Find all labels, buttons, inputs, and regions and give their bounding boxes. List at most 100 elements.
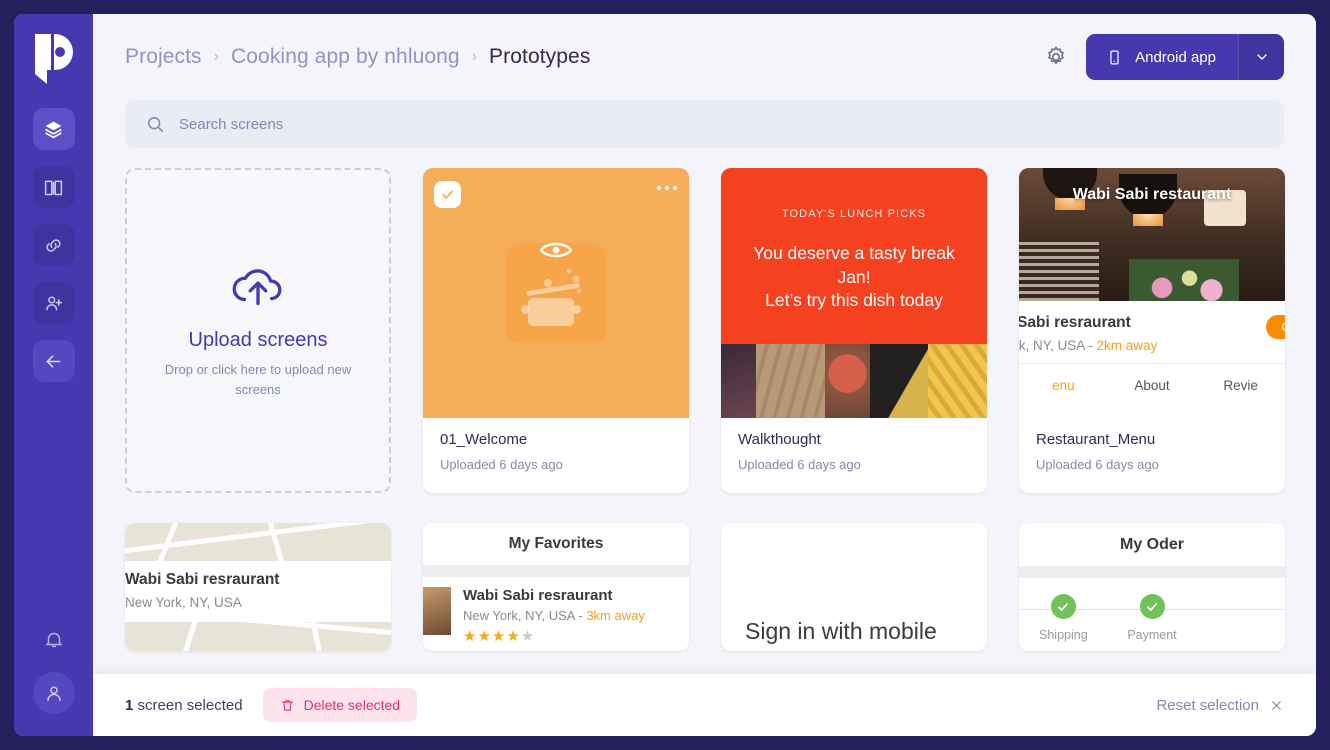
restaurant-info: bi Sabi resraurant York, NY, USA - 2km a… (1019, 301, 1285, 363)
food-photo (721, 344, 987, 418)
screen-thumbnail[interactable]: TODAY'S LUNCH PICKS You deserve a tasty … (721, 168, 987, 418)
upload-dropzone[interactable]: Upload screens Drop or click here to upl… (125, 168, 391, 493)
screen-card-signin[interactable]: Sign in with mobile (721, 523, 987, 651)
check-circle-icon (1050, 594, 1076, 619)
sidebar-item-share-link[interactable] (32, 224, 75, 266)
order-step-label: Shipping (1039, 628, 1088, 642)
bell-icon (45, 632, 62, 648)
order-step-label: Payment (1127, 628, 1177, 642)
check-circle-icon (1139, 594, 1165, 619)
sidebar-nav (32, 108, 75, 382)
restaurant-photo: Wabi Sabi restaurant (1019, 168, 1285, 301)
screen-card-map[interactable]: Wabi Sabi resraurant New York, NY, USA (125, 523, 391, 651)
breadcrumb: Projects › Cooking app by nhluong › Prot… (125, 45, 590, 69)
screen-name: Walkthought (738, 431, 821, 448)
check-icon (442, 190, 453, 199)
screen-uploaded: Uploaded 6 days ago (440, 457, 563, 472)
breadcrumb-projects[interactable]: Projects (125, 45, 202, 69)
favorites-divider (423, 565, 689, 577)
close-icon[interactable] (1269, 698, 1284, 713)
list-item[interactable]: Wabi Sabi resraurant New York, NY, USA -… (423, 577, 689, 645)
map-info-band: Wabi Sabi resraurant New York, NY, USA (125, 561, 391, 622)
favorite-name: Wabi Sabi resraurant (463, 587, 613, 604)
screen-uploaded: Uploaded 6 days ago (1036, 457, 1159, 472)
walkthrough-kicker: TODAY'S LUNCH PICKS (781, 208, 927, 220)
screen-card-welcome[interactable]: 01_Welcome Uploaded 6 days ago (423, 168, 689, 493)
eye-icon[interactable] (539, 239, 573, 266)
screen-uploaded: Uploaded 6 days ago (738, 457, 861, 472)
restaurant-tab-reviews[interactable]: Revie (1196, 378, 1285, 393)
search-input[interactable] (179, 115, 1264, 133)
walkthrough-headline-1: You deserve a tasty break Jan! (753, 243, 955, 287)
sidebar-item-screens[interactable] (32, 108, 75, 150)
screen-card-order[interactable]: My Oder Shipping Payment (1019, 523, 1285, 651)
gear-icon[interactable] (1044, 45, 1068, 69)
welcome-illustration (506, 242, 606, 343)
sidebar-item-invite[interactable] (32, 282, 75, 324)
reset-selection-label: Reset selection (1156, 696, 1259, 714)
sidebar (14, 14, 93, 736)
screen-meta: Restaurant_Menu Uploaded 6 days ago (1019, 418, 1285, 472)
order-steps: Shipping Payment (1019, 578, 1285, 642)
signin-preview: Sign in with mobile (721, 523, 987, 651)
search-icon (148, 117, 164, 133)
screen-meta: Walkthought Uploaded 6 days ago (721, 418, 987, 472)
cloud-upload-icon (227, 262, 289, 315)
main-content: Projects › Cooking app by nhluong › Prot… (93, 14, 1316, 736)
screen-card-walkthought[interactable]: TODAY'S LUNCH PICKS You deserve a tasty … (721, 168, 987, 493)
upload-title: Upload screens (188, 329, 328, 351)
delete-selected-button[interactable]: Delete selected (262, 688, 418, 722)
signin-title: Sign in with mobile (745, 618, 937, 644)
user-icon (46, 686, 61, 702)
pitch-logo-icon[interactable] (31, 32, 77, 86)
order-divider (1019, 566, 1285, 578)
screen-meta: 01_Welcome Uploaded 6 days ago (423, 418, 689, 472)
account-avatar[interactable] (32, 672, 75, 714)
rating-empty: ★ (520, 628, 536, 645)
rating-stars: ★★★★★ (463, 627, 645, 645)
trash-icon (281, 699, 293, 711)
book-icon (44, 180, 63, 195)
restaurant-tab-about[interactable]: About (1108, 378, 1197, 393)
notifications-button[interactable] (33, 618, 75, 660)
app-window: Projects › Cooking app by nhluong › Prot… (14, 14, 1316, 736)
screen-card-favorites[interactable]: My Favorites Wabi Sabi resraurant New Yo… (423, 523, 689, 651)
favorites-title: My Favorites (508, 535, 604, 552)
sidebar-item-library[interactable] (32, 166, 75, 208)
order-title: My Oder (1119, 536, 1184, 553)
selection-count-label: screen selected (133, 696, 243, 714)
selection-bar: 1 screen selected Delete selected Reset … (93, 674, 1316, 736)
reset-selection-button[interactable]: Reset selection (1156, 697, 1284, 714)
more-options-icon[interactable] (657, 186, 677, 190)
map-restaurant-address: New York, NY, USA (125, 595, 242, 610)
sidebar-bottom (14, 618, 93, 714)
screen-card-restaurant-menu[interactable]: Wabi Sabi restaurant bi Sabi resraurant … (1019, 168, 1285, 493)
restaurant-badge[interactable]: O (1265, 315, 1285, 339)
restaurant-distance: 2km away (1096, 338, 1158, 353)
map-thumbnail: Wabi Sabi resraurant New York, NY, USA (125, 523, 391, 651)
topbar: Projects › Cooking app by nhluong › Prot… (93, 14, 1316, 100)
selection-count: 1 screen selected (125, 697, 243, 714)
search-bar[interactable] (125, 100, 1284, 148)
chevron-down-icon[interactable] (1238, 34, 1284, 80)
sidebar-item-back[interactable] (32, 340, 75, 382)
breadcrumb-separator: › (471, 48, 478, 65)
breadcrumb-current: Prototypes (489, 45, 591, 68)
walkthrough-headline-2: Let’s try this dish today (765, 290, 943, 311)
restaurant-tab-menu[interactable]: enu (1019, 378, 1108, 393)
screen-checkbox[interactable] (434, 181, 461, 208)
arrow-left-icon (46, 354, 61, 368)
restaurant-name: bi Sabi resraurant (1019, 314, 1131, 331)
device-select[interactable]: Android app (1086, 34, 1284, 80)
breadcrumb-project[interactable]: Cooking app by nhluong (231, 45, 460, 69)
screen-thumbnail[interactable] (423, 168, 689, 418)
device-select-value: Android app (1135, 48, 1216, 66)
topbar-actions: Android app (1044, 34, 1284, 80)
device-select-label-group: Android app (1086, 49, 1238, 66)
order-step-shipping: Shipping (1019, 594, 1108, 642)
map-restaurant-name: Wabi Sabi resraurant (125, 571, 280, 588)
layers-icon (45, 121, 62, 138)
breadcrumb-separator: › (213, 48, 219, 65)
walkthrough-copy: TODAY'S LUNCH PICKS You deserve a tasty … (721, 168, 987, 344)
screen-thumbnail[interactable]: Wabi Sabi restaurant bi Sabi resraurant … (1019, 168, 1285, 418)
